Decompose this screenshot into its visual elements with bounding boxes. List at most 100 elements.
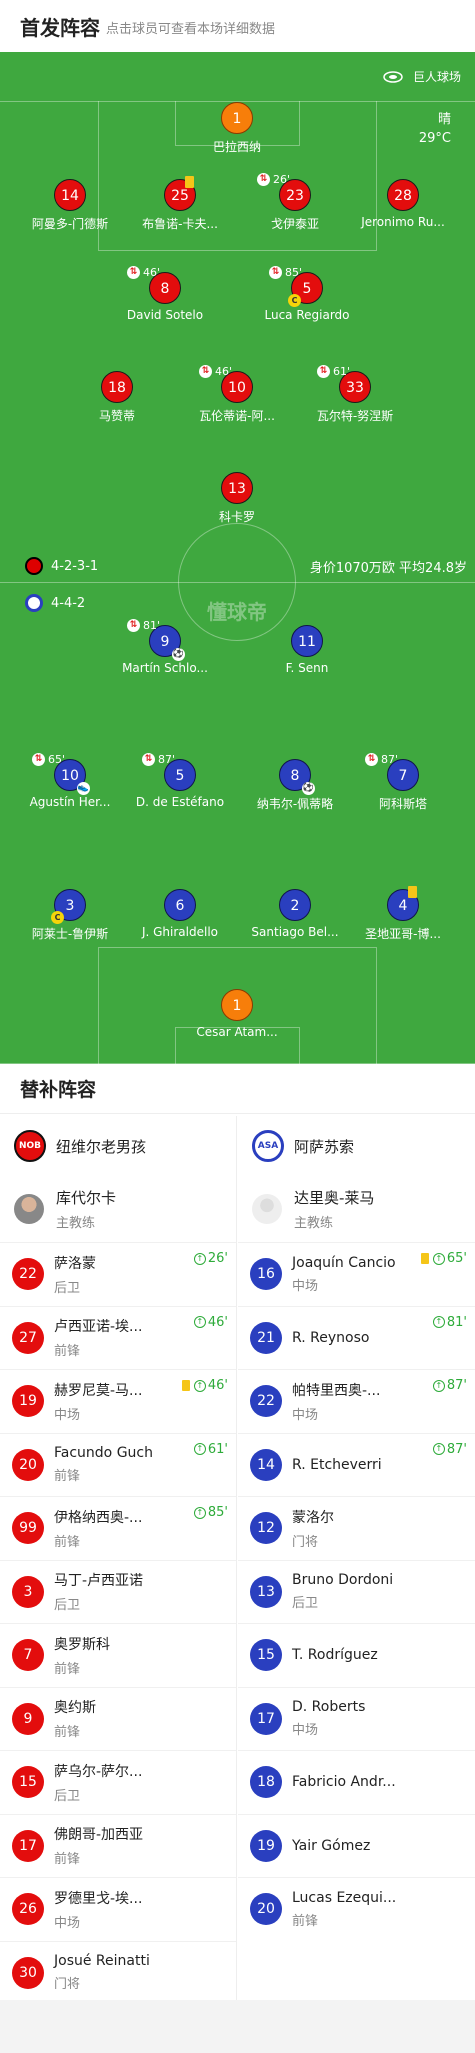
sub-player-name: Yair Gómez <box>292 1837 371 1854</box>
sub-player-row[interactable]: 16 Joaquín Cancio 中场 ↑ 65' <box>238 1242 475 1306</box>
away-player[interactable]: 7 ⇅ 87' 阿科斯塔 <box>338 753 468 812</box>
sub-player-row[interactable]: 13 Bruno Dordoni 后卫 <box>238 1559 475 1624</box>
player-name: D. de Estéfano <box>135 795 225 809</box>
sub-player-row[interactable]: 99 伊格纳西奥-... 前锋 ↑ 85' <box>0 1496 236 1560</box>
sub-player-number: 20 <box>12 1448 44 1481</box>
home-player[interactable]: 18 马赞蒂 <box>52 371 182 424</box>
home-player[interactable]: 10 ⇅ 46' 瓦伦蒂诺-阿... <box>172 365 302 424</box>
home-player[interactable]: 28 Jeronimo Ru... <box>338 179 468 229</box>
away-player[interactable]: 5 ⇅ 87' D. de Estéfano <box>115 753 245 809</box>
sub-player-name: 罗德里戈-埃... <box>54 1890 143 1907</box>
sub-player-name: 萨乌尔-萨尔... <box>54 1763 143 1780</box>
sub-player-row[interactable]: 22 萨洛蒙 后卫 ↑ 26' <box>0 1242 236 1306</box>
sub-player-row[interactable]: 12 蒙洛尔 门将 <box>238 1496 475 1560</box>
weather-text: 晴 <box>437 112 451 127</box>
sub-player-number: 15 <box>12 1766 44 1799</box>
sub-player-number: 19 <box>12 1385 44 1418</box>
sub-in-event: ↑ 26' <box>193 1251 228 1266</box>
home-team-row[interactable]: NOB 纽维尔老男孩 <box>0 1116 236 1176</box>
sub-in-icon: ↑ <box>193 1379 206 1392</box>
substitution-icon: ⇅ <box>32 753 45 766</box>
sub-player-number: 22 <box>12 1258 44 1291</box>
sub-player-number: 3 <box>12 1575 44 1608</box>
away-player[interactable]: 6 J. Ghiraldello <box>115 889 245 939</box>
sub-player-row[interactable]: 30 Josué Reinatti 门将 <box>0 1940 236 2005</box>
sub-player-number: 22 <box>250 1385 282 1418</box>
sub-in-icon: ↑ <box>193 1443 206 1455</box>
away-player[interactable]: 1 Cesar Atam... <box>172 989 302 1039</box>
substitution-icon: ⇅ <box>127 266 140 279</box>
sub-player-row[interactable]: 19 赫罗尼莫-马... 中场 ↑ 46' <box>0 1369 236 1433</box>
sub-player-row[interactable]: 7 奥罗斯科 前锋 <box>0 1623 236 1687</box>
home-coach-row[interactable]: 库代尔卡 主教练 <box>0 1176 236 1242</box>
sub-in-event: ↑ 46' <box>193 1315 228 1330</box>
player-number: 13 <box>221 472 253 504</box>
sub-player-row[interactable]: 26 罗德里戈-埃... 中场 <box>0 1877 236 1941</box>
substitution-event: ⇅ 87' <box>365 753 398 766</box>
sub-in-event: ↑ 61' <box>193 1442 228 1457</box>
captain-icon: C <box>288 294 301 307</box>
home-player[interactable]: 1 巴拉西纳 <box>172 102 302 155</box>
away-player[interactable]: 4 圣地亚哥-博... <box>338 886 468 942</box>
sub-player-name: R. Reynoso <box>292 1329 370 1346</box>
player-name: 瓦伦蒂诺-阿... <box>199 409 275 423</box>
home-player[interactable]: 8 ⇅ 46' David Sotelo <box>100 266 230 322</box>
away-team-logo-icon: ASA <box>252 1130 284 1162</box>
sub-player-position: 后卫 <box>292 1596 319 1612</box>
home-subs-list: 22 萨洛蒙 后卫 ↑ 26' 27 卢西亚诺-埃... 前锋 ↑ 46' 19 赫罗尼莫-马... 中… <box>0 1242 236 2004</box>
player-name: Jeronimo Ru... <box>361 215 445 229</box>
sub-player-name: 奥约斯 <box>54 1700 96 1717</box>
player-name: 巴拉西纳 <box>212 140 261 154</box>
sub-player-row[interactable]: 22 帕特里西奥-... 中场 ↑ 87' <box>238 1369 475 1433</box>
sub-player-position: 前锋 <box>54 1725 81 1741</box>
sub-player-name: Lucas Ezequi... <box>292 1889 397 1906</box>
sub-player-row[interactable]: 27 卢西亚诺-埃... 前锋 ↑ 46' <box>0 1305 236 1370</box>
sub-player-row[interactable]: 21 R. Reynoso ↑ 81' <box>238 1305 475 1370</box>
player-number: 8 ⚽ <box>279 759 315 795</box>
footer-space <box>0 2000 475 2053</box>
away-team-row[interactable]: ASA 阿萨苏索 <box>238 1116 475 1176</box>
sub-player-row[interactable]: 15 T. Rodríguez <box>238 1623 475 1687</box>
substitution-icon: ⇅ <box>317 365 330 378</box>
player-name: 布鲁诺-卡夫... <box>142 217 218 231</box>
home-coach-avatar <box>14 1194 44 1224</box>
sub-player-row[interactable]: 20 Facundo Guch 前锋 ↑ 61' <box>0 1432 236 1497</box>
substitution-minute: 87' <box>158 753 176 766</box>
sub-player-position: 后卫 <box>54 1280 81 1296</box>
home-coach-role: 主教练 <box>56 1216 96 1231</box>
away-team-name: 阿萨苏索 <box>294 1137 355 1156</box>
sub-player-name: Fabricio Andr... <box>292 1774 396 1791</box>
sub-player-row[interactable]: 20 Lucas Ezequi... 前锋 <box>238 1877 475 1941</box>
away-player[interactable]: 9 ⚽ ⇅ 81' Martín Schlo... <box>100 619 230 675</box>
home-player[interactable]: 25 布鲁诺-卡夫... <box>115 176 245 232</box>
sub-in-minute: 87' <box>446 1378 467 1393</box>
sub-player-row[interactable]: 17 D. Roberts 中场 <box>238 1686 475 1751</box>
sub-player-row[interactable]: 3 马丁-卢西亚诺 后卫 <box>0 1559 236 1624</box>
sub-player-position: 前锋 <box>54 1661 81 1677</box>
sub-player-row[interactable]: 18 Fabricio Andr... <box>238 1750 475 1814</box>
sub-player-row[interactable]: 15 萨乌尔-萨尔... 后卫 <box>0 1750 236 1814</box>
substitution-minute: 87' <box>381 753 399 766</box>
sub-player-row[interactable]: 19 Yair Gómez <box>238 1813 475 1878</box>
away-player[interactable]: 11 F. Senn <box>242 625 372 675</box>
sub-player-row[interactable]: 17 佛朗哥-加西亚 前锋 <box>0 1813 236 1878</box>
sub-player-row[interactable]: 9 奥约斯 前锋 <box>0 1686 236 1751</box>
stadium-info: 巨人球场 <box>383 68 461 85</box>
subs-title: 替补阵容 <box>20 1079 97 1101</box>
sub-player-number: 17 <box>12 1829 44 1862</box>
home-player[interactable]: 13 科卡罗 <box>172 472 302 525</box>
away-coach-row[interactable]: 达里奥-莱马 主教练 <box>238 1176 475 1242</box>
sub-in-minute: 65' <box>446 1251 467 1266</box>
home-player[interactable]: 5 C ⇅ 85' Luca Regiardo <box>242 266 372 322</box>
sub-in-icon: ↑ <box>193 1506 206 1519</box>
sub-player-name: R. Etcheverri <box>292 1456 382 1473</box>
player-number: 2 <box>279 889 311 921</box>
sub-player-name: 佛朗哥-加西亚 <box>54 1827 144 1844</box>
home-player[interactable]: 33 ⇅ 61' 瓦尔特-努涅斯 <box>290 365 420 424</box>
away-coach-name: 达里奥-莱马 <box>294 1189 375 1207</box>
sub-player-name: T. Rodríguez <box>292 1647 378 1664</box>
substitution-minute: 61' <box>333 365 351 378</box>
sub-player-number: 14 <box>250 1448 282 1481</box>
player-name: 马赞蒂 <box>98 409 135 423</box>
sub-player-row[interactable]: 14 R. Etcheverri ↑ 87' <box>238 1432 475 1497</box>
